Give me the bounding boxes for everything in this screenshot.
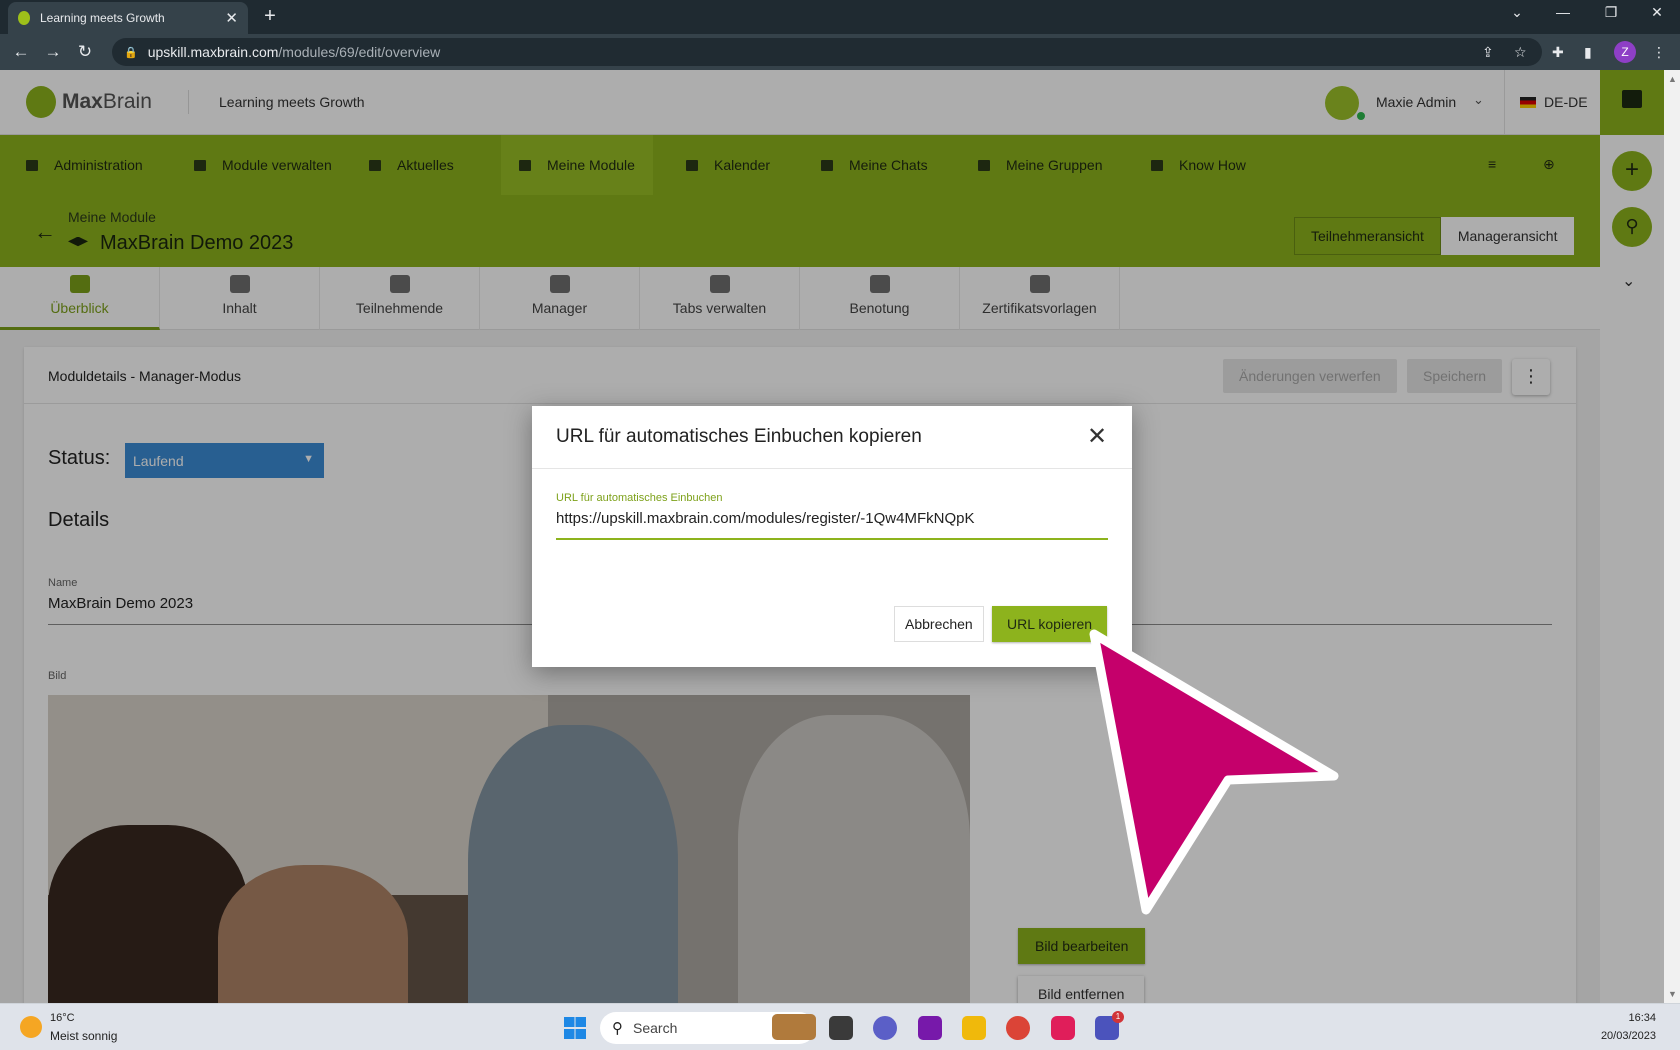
- page-scrollbar[interactable]: ▲ ▼: [1664, 70, 1680, 1003]
- notification-badge: 1: [1112, 1011, 1124, 1023]
- task-view-icon[interactable]: [829, 1016, 853, 1040]
- profile-avatar[interactable]: Z: [1614, 41, 1636, 63]
- close-window-icon[interactable]: ✕: [1642, 4, 1672, 21]
- browser-menu-icon[interactable]: ⋮: [1652, 44, 1666, 61]
- clock-date[interactable]: 20/03/2023: [1580, 1030, 1656, 1042]
- cancel-button[interactable]: Abbrechen: [894, 606, 984, 642]
- url-host: upskill.maxbrain.com: [147, 44, 279, 60]
- scroll-down-icon[interactable]: ▼: [1668, 989, 1677, 999]
- close-tab-icon[interactable]: ✕: [225, 9, 238, 27]
- browser-tab[interactable]: Learning meets Growth ✕: [8, 2, 248, 34]
- dialog-title: URL für automatisches Einbuchen kopieren: [556, 426, 922, 447]
- browser-toolbar: ← → ↻ 🔒 upskill.maxbrain.com/modules/69/…: [0, 34, 1680, 70]
- url-path: /modules/69/edit/overview: [278, 44, 441, 60]
- new-tab-icon[interactable]: +: [258, 5, 282, 29]
- clock-time[interactable]: 16:34: [1580, 1012, 1656, 1024]
- reload-icon[interactable]: ↻: [74, 42, 96, 62]
- search-highlight-icon[interactable]: [772, 1014, 816, 1040]
- temperature[interactable]: 16°C: [50, 1012, 75, 1024]
- weather-condition[interactable]: Meist sonnig: [50, 1029, 117, 1043]
- onenote-icon[interactable]: [918, 1016, 942, 1040]
- back-icon[interactable]: ←: [10, 42, 32, 62]
- windows-start-icon[interactable]: [564, 1017, 586, 1039]
- chat-app-icon[interactable]: [873, 1016, 897, 1040]
- lock-icon: 🔒: [124, 46, 138, 59]
- close-icon[interactable]: ✕: [1084, 422, 1110, 451]
- bookmark-star-icon[interactable]: ☆: [1514, 44, 1527, 61]
- address-bar[interactable]: 🔒 upskill.maxbrain.com/modules/69/edit/o…: [112, 38, 1542, 66]
- minimize-icon[interactable]: —: [1548, 4, 1578, 20]
- extensions-icon[interactable]: ✚: [1552, 44, 1564, 61]
- taskbar-search-label: Search: [633, 1020, 678, 1036]
- registration-url-field[interactable]: https://upskill.maxbrain.com/modules/reg…: [556, 510, 1108, 540]
- restore-icon[interactable]: ❐: [1596, 4, 1626, 21]
- dialog-header: URL für automatisches Einbuchen kopieren…: [532, 406, 1132, 469]
- weather-sun-icon[interactable]: [20, 1016, 42, 1038]
- chrome-icon[interactable]: [1006, 1016, 1030, 1040]
- copy-url-dialog: URL für automatisches Einbuchen kopieren…: [532, 406, 1132, 667]
- slack-icon[interactable]: [1051, 1016, 1075, 1040]
- magenta-pointer-arrow-icon: [1089, 629, 1339, 915]
- tab-search-chevron-icon[interactable]: ⌄: [1502, 4, 1532, 21]
- browser-tab-title: Learning meets Growth: [40, 11, 165, 25]
- forward-icon[interactable]: →: [42, 42, 64, 62]
- search-icon: ⚲: [612, 1020, 623, 1037]
- windows-taskbar: 16°C Meist sonnig ⚲ Search 1 16:34 20/03…: [0, 1003, 1680, 1050]
- file-explorer-icon[interactable]: [962, 1016, 986, 1040]
- url-field-label: URL für automatisches Einbuchen: [556, 492, 723, 504]
- browser-tab-strip: Learning meets Growth ✕ + ⌄ — ❐ ✕: [0, 0, 1680, 34]
- share-icon[interactable]: ⇪: [1482, 44, 1494, 61]
- maxbrain-favicon-icon: [18, 11, 30, 25]
- scroll-up-icon[interactable]: ▲: [1668, 74, 1677, 84]
- side-panel-icon[interactable]: ▮: [1584, 44, 1592, 61]
